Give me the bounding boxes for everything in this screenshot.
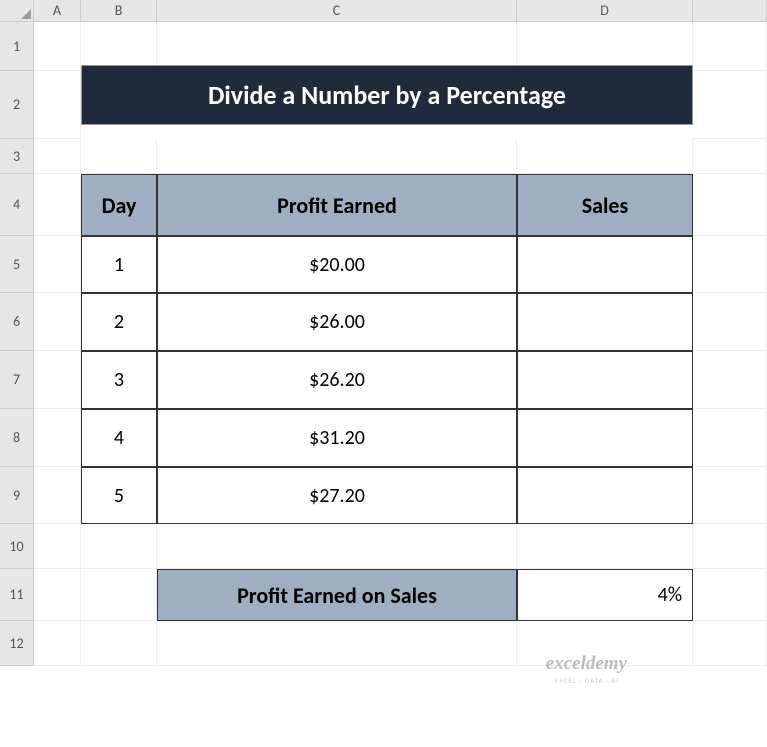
cell[interactable]	[81, 621, 157, 666]
col-header-c[interactable]: C	[157, 0, 517, 22]
cell[interactable]	[34, 621, 81, 666]
cell[interactable]	[34, 293, 81, 351]
th-day[interactable]: Day	[81, 174, 157, 236]
cell[interactable]	[34, 236, 81, 293]
col-header-d[interactable]: D	[517, 0, 693, 22]
row-header-5[interactable]: 5	[0, 236, 34, 293]
row-header-8[interactable]: 8	[0, 409, 34, 467]
cell[interactable]	[34, 524, 81, 569]
spreadsheet-grid: A B C D 1 2 3 4 5 6 7 8 9 10 11 12 Divid…	[0, 0, 767, 666]
select-all-corner[interactable]	[0, 0, 34, 22]
cell[interactable]	[693, 351, 767, 409]
row-header-3[interactable]: 3	[0, 139, 34, 174]
cell[interactable]	[693, 174, 767, 236]
cell[interactable]	[693, 524, 767, 569]
cell[interactable]	[693, 236, 767, 293]
col-header-b[interactable]: B	[81, 0, 157, 22]
row-header-11[interactable]: 11	[0, 569, 34, 621]
cell[interactable]	[693, 71, 767, 139]
cell[interactable]	[34, 22, 81, 71]
table-row[interactable]	[517, 236, 693, 293]
cell[interactable]	[34, 467, 81, 524]
table-row[interactable]: $20.00	[157, 236, 517, 293]
cell[interactable]	[157, 139, 517, 174]
cell[interactable]	[517, 22, 693, 71]
cell[interactable]	[693, 293, 767, 351]
cell[interactable]	[34, 174, 81, 236]
table-row[interactable]: 5	[81, 467, 157, 524]
cell[interactable]	[34, 139, 81, 174]
row-header-1[interactable]: 1	[0, 22, 34, 71]
col-header-next[interactable]	[693, 0, 767, 22]
cell[interactable]	[157, 621, 517, 666]
row-header-12[interactable]: 12	[0, 621, 34, 666]
table-row[interactable]	[517, 351, 693, 409]
table-row[interactable]: $26.00	[157, 293, 517, 351]
table-row[interactable]: 2	[81, 293, 157, 351]
cell[interactable]	[81, 22, 157, 71]
cell[interactable]	[157, 524, 517, 569]
cell[interactable]	[693, 621, 767, 666]
row-header-9[interactable]: 9	[0, 467, 34, 524]
table-row[interactable]: $31.20	[157, 409, 517, 467]
row-header-6[interactable]: 6	[0, 293, 34, 351]
table-row[interactable]	[517, 409, 693, 467]
cell[interactable]	[693, 139, 767, 174]
row-header-7[interactable]: 7	[0, 351, 34, 409]
table-row[interactable]: $26.20	[157, 351, 517, 409]
cell[interactable]	[34, 409, 81, 467]
row-header-4[interactable]: 4	[0, 174, 34, 236]
table-row[interactable]	[517, 293, 693, 351]
profit-on-sales-label[interactable]: Profit Earned on Sales	[157, 569, 517, 621]
cell[interactable]	[693, 467, 767, 524]
cell[interactable]	[693, 409, 767, 467]
row-header-10[interactable]: 10	[0, 524, 34, 569]
cell[interactable]	[81, 524, 157, 569]
page-title: Divide a Number by a Percentage	[81, 65, 693, 125]
table-row[interactable]	[517, 467, 693, 524]
cell[interactable]	[34, 71, 81, 139]
profit-on-sales-value[interactable]: 4%	[517, 569, 693, 621]
cell[interactable]	[34, 569, 81, 621]
table-row[interactable]: 1	[81, 236, 157, 293]
cell[interactable]	[693, 569, 767, 621]
row-header-2[interactable]: 2	[0, 71, 34, 139]
col-header-a[interactable]: A	[34, 0, 81, 22]
cell[interactable]	[517, 139, 693, 174]
cell[interactable]	[517, 524, 693, 569]
watermark: exceldemy	[546, 653, 627, 675]
cell[interactable]	[81, 569, 157, 621]
table-row[interactable]: 3	[81, 351, 157, 409]
table-row[interactable]: $27.20	[157, 467, 517, 524]
cell[interactable]	[693, 22, 767, 71]
watermark-sub: EXCEL · DATA · BI	[555, 676, 619, 685]
cell[interactable]	[157, 22, 517, 71]
th-sales[interactable]: Sales	[517, 174, 693, 236]
cell[interactable]	[81, 139, 157, 174]
table-row[interactable]: 4	[81, 409, 157, 467]
cell[interactable]	[34, 351, 81, 409]
th-profit[interactable]: Profit Earned	[157, 174, 517, 236]
